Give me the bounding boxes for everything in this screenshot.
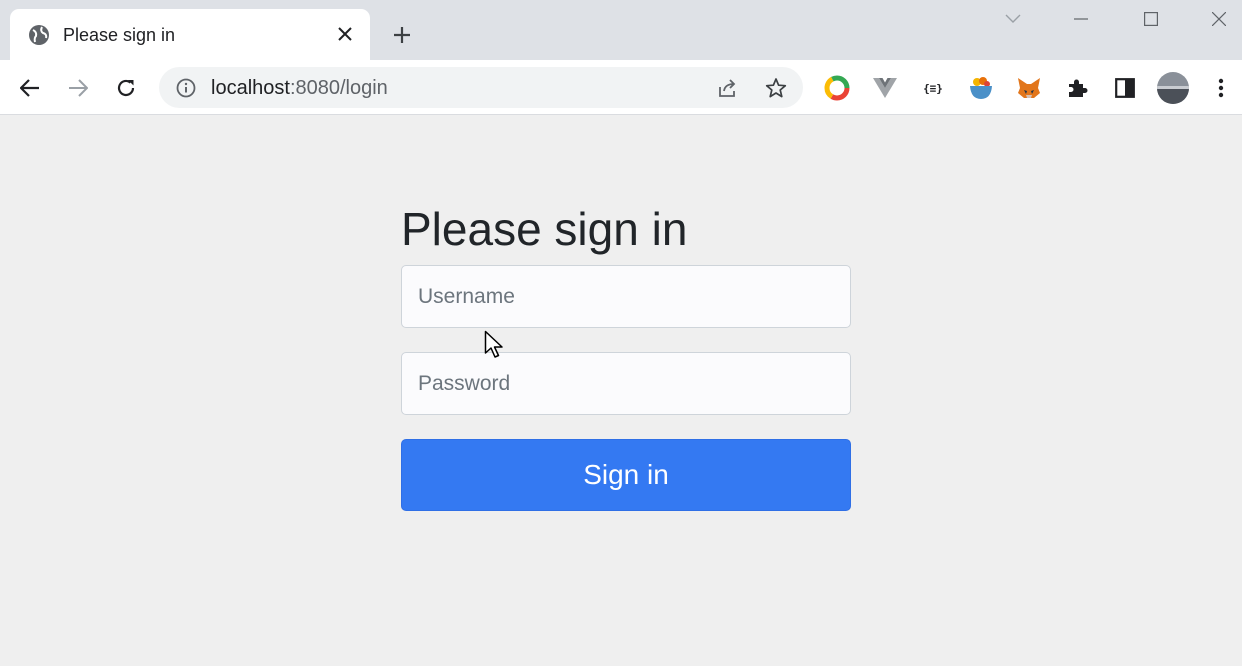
address-bar[interactable]: localhost:8080/login: [159, 67, 803, 108]
sign-in-button[interactable]: Sign in: [401, 439, 851, 511]
bookmark-star-icon[interactable]: [763, 75, 789, 101]
json-viewer-icon[interactable]: {≡}: [918, 73, 948, 103]
kebab-menu-icon[interactable]: [1206, 73, 1236, 103]
metamask-fox-icon[interactable]: [1014, 73, 1044, 103]
browser-tab[interactable]: Please sign in: [10, 9, 370, 60]
url-path: :8080/login: [289, 77, 388, 99]
side-panel-icon[interactable]: [1110, 73, 1140, 103]
info-icon[interactable]: [173, 75, 199, 101]
tab-strip: Please sign in: [0, 0, 1242, 60]
colorful-ring-icon[interactable]: [822, 73, 852, 103]
vue-devtools-icon[interactable]: [870, 73, 900, 103]
url-text[interactable]: localhost:8080/login: [211, 77, 388, 99]
minimize-icon[interactable]: [1066, 6, 1096, 32]
globe-icon: [28, 24, 50, 46]
back-arrow-icon[interactable]: [14, 72, 46, 104]
tab-title: Please sign in: [63, 25, 176, 45]
maximize-icon[interactable]: [1136, 6, 1166, 32]
bowl-icon[interactable]: [966, 73, 996, 103]
password-input[interactable]: [401, 352, 851, 415]
reload-icon[interactable]: [110, 72, 142, 104]
username-input[interactable]: [401, 265, 851, 328]
window-close-icon[interactable]: [1204, 6, 1234, 32]
svg-text:{≡}: {≡}: [923, 82, 943, 95]
chevron-down-icon[interactable]: [998, 6, 1028, 32]
profile-avatar[interactable]: [1156, 71, 1190, 105]
url-host: localhost: [211, 77, 290, 99]
close-tab-icon[interactable]: [332, 21, 358, 47]
puzzle-icon[interactable]: [1062, 73, 1092, 103]
forward-arrow-icon[interactable]: [62, 72, 94, 104]
browser-toolbar: localhost:8080/login {≡}: [0, 60, 1242, 115]
page-content: Please sign in Sign in: [0, 116, 1242, 666]
page-title: Please sign in: [401, 203, 688, 255]
mouse-cursor-icon: [484, 330, 506, 360]
new-tab-icon[interactable]: [388, 21, 416, 49]
share-icon[interactable]: [715, 75, 741, 101]
